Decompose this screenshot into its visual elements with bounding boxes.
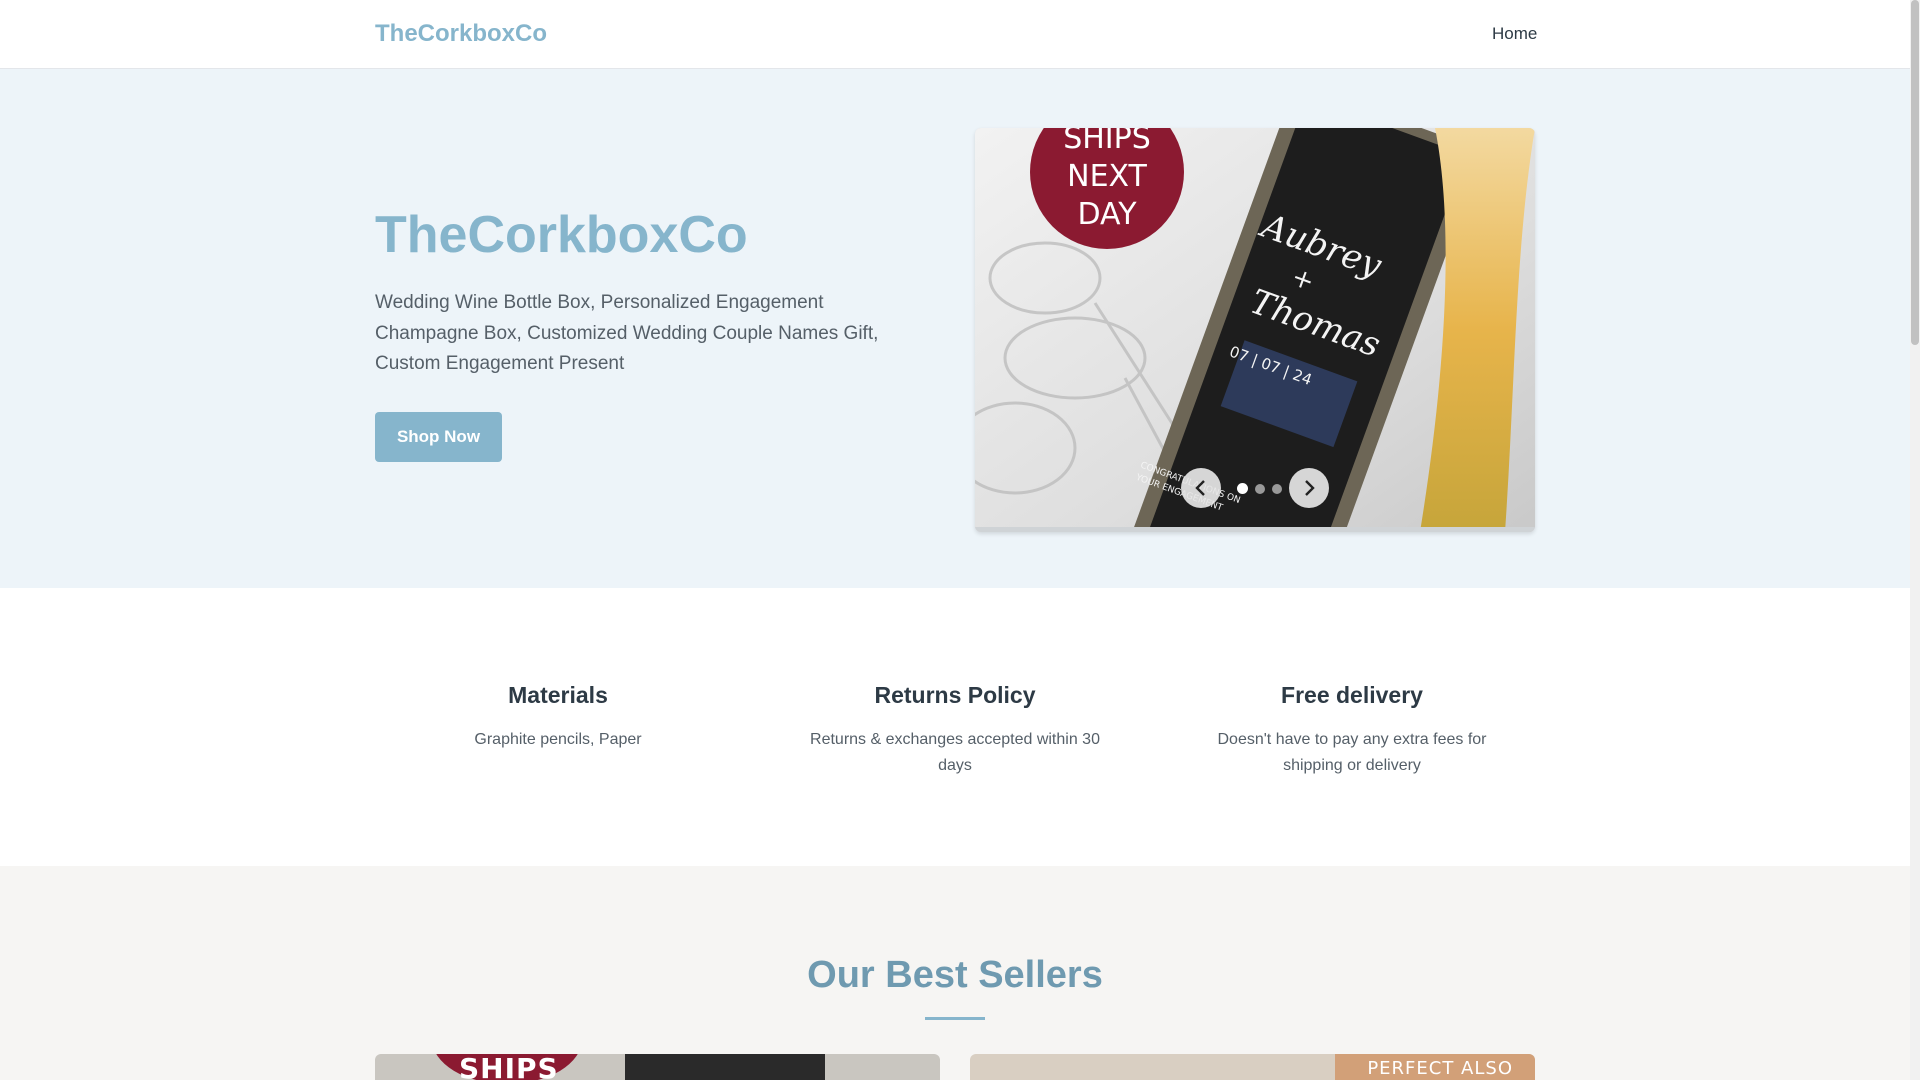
carousel-next-button[interactable] bbox=[1289, 468, 1329, 508]
site-header: TheCorkboxCo Home bbox=[0, 0, 1910, 69]
product-card[interactable]: PERFECT ALSO bbox=[970, 1054, 1535, 1080]
badge-line1: SHIPS bbox=[1063, 128, 1151, 156]
feature-free-delivery: Free delivery Doesn't have to pay any ex… bbox=[1202, 682, 1502, 779]
feature-materials: Materials Graphite pencils, Paper bbox=[408, 682, 708, 753]
carousel-dots bbox=[1237, 483, 1282, 494]
title-underline bbox=[925, 1017, 985, 1020]
hero-section: TheCorkboxCo Wedding Wine Bottle Box, Pe… bbox=[0, 69, 1910, 588]
carousel-dot-3[interactable] bbox=[1272, 483, 1282, 494]
carousel-prev-button[interactable] bbox=[1181, 468, 1221, 508]
best-sellers-section: Our Best Sellers SHIPS PERFECT ALSO bbox=[0, 866, 1910, 1080]
nav-home-link[interactable]: Home bbox=[1492, 24, 1537, 44]
brand-logo[interactable]: TheCorkboxCo bbox=[375, 20, 547, 48]
hero-description: Wedding Wine Bottle Box, Personalized En… bbox=[375, 292, 879, 374]
chevron-right-icon bbox=[1305, 480, 1315, 496]
hero-title: TheCorkboxCo bbox=[375, 206, 748, 264]
best-sellers-title: Our Best Sellers bbox=[807, 954, 1103, 996]
chevron-left-icon bbox=[1195, 480, 1205, 496]
feature-title: Materials bbox=[508, 682, 608, 708]
product-badge-text: SHIPS bbox=[459, 1054, 559, 1080]
carousel-dot-2[interactable] bbox=[1255, 483, 1265, 494]
hero-carousel[interactable]: Aubrey + Thomas 07 | 07 | 24 CONGRATULAT… bbox=[975, 128, 1535, 532]
carousel-progress-bar bbox=[975, 527, 1535, 532]
feature-returns-policy: Returns Policy Returns & exchanges accep… bbox=[805, 682, 1105, 779]
badge-line3: DAY bbox=[1077, 197, 1137, 232]
scrollbar-thumb[interactable] bbox=[1911, 0, 1919, 345]
product-image bbox=[625, 1054, 825, 1080]
feature-title: Returns Policy bbox=[874, 682, 1036, 708]
feature-title: Free delivery bbox=[1281, 682, 1423, 708]
badge-line2: NEXT bbox=[1067, 159, 1147, 194]
carousel-slide-image: Aubrey + Thomas 07 | 07 | 24 CONGRATULAT… bbox=[975, 128, 1535, 532]
features-section: Materials Graphite pencils, Paper Return… bbox=[0, 588, 1910, 866]
feature-text: Graphite pencils, Paper bbox=[474, 731, 642, 748]
shop-now-button[interactable]: Shop Now bbox=[375, 412, 502, 462]
feature-text: Doesn't have to pay any extra fees for s… bbox=[1217, 731, 1487, 774]
feature-text: Returns & exchanges accepted within 30 d… bbox=[810, 731, 1100, 774]
product-banner-text: PERFECT ALSO bbox=[1367, 1058, 1513, 1079]
product-card[interactable]: SHIPS bbox=[375, 1054, 940, 1080]
carousel-dot-1[interactable] bbox=[1237, 483, 1248, 494]
